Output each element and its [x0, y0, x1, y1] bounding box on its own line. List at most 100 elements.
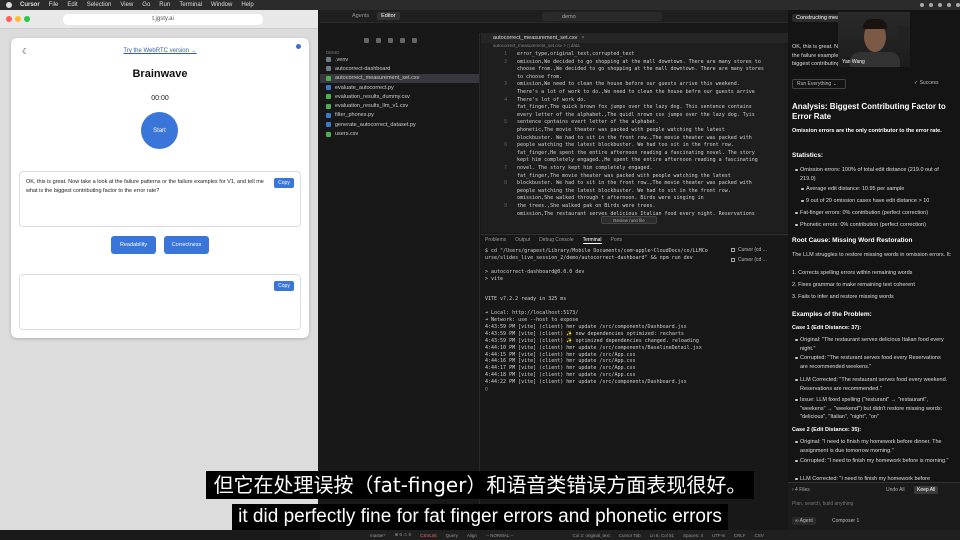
statistics-heading: Statistics:	[792, 152, 824, 159]
menu-selection[interactable]: Selection	[87, 2, 112, 8]
prompt-textarea[interactable]: OK, this is great. Now take a look at th…	[19, 171, 301, 227]
menu-edit[interactable]: Edit	[67, 2, 77, 8]
answer-textarea[interactable]	[19, 274, 301, 330]
menu-file[interactable]: File	[49, 2, 59, 8]
line-number: 6	[504, 142, 507, 149]
terminal-line: 4:44:17 PM [vite] (client) hmr update /s…	[485, 365, 636, 372]
csv-file-icon	[326, 94, 331, 100]
status-icon[interactable]	[956, 3, 960, 7]
csvlint-status[interactable]: CSVLint	[420, 533, 437, 538]
encoding[interactable]: UTF-8	[712, 533, 725, 538]
tab-debug-console[interactable]: Debug Console	[539, 237, 573, 243]
case-2-original: Original: "I need to finish my homework …	[795, 438, 950, 455]
search-icon[interactable]	[376, 37, 381, 43]
column-status: Col 2: original_text	[572, 532, 610, 538]
copy-answer-button[interactable]: Copy	[274, 281, 294, 291]
terminal-session[interactable]: Cursor (cd ...	[731, 257, 787, 263]
python-file-icon	[326, 112, 331, 118]
menu-run[interactable]: Run	[159, 2, 170, 8]
close-tab-icon[interactable]: ×	[581, 35, 584, 41]
line-ending[interactable]: CRLF	[734, 533, 746, 538]
menu-window[interactable]: Window	[211, 2, 232, 8]
menu-view[interactable]: View	[120, 2, 133, 8]
code-line: blockbuster. We had to sit in the front …	[517, 180, 752, 187]
extensions-icon[interactable]	[400, 37, 405, 43]
address-bar[interactable]: t.jgsty.ai	[63, 13, 263, 25]
cursor-position[interactable]: Ln 6, Col 51	[650, 533, 674, 538]
terminal-line: ➜ Network: use --host to expose	[485, 317, 579, 323]
menu-terminal[interactable]: Terminal	[179, 2, 202, 8]
terminal-session-label: Cursor (cd ...	[738, 257, 767, 263]
menu-go[interactable]: Go	[142, 2, 150, 8]
run-everything-dropdown[interactable]: Run Everything ⌄	[792, 79, 846, 89]
file-item[interactable]: filter_phones.py	[320, 111, 479, 120]
breadcrumb[interactable]: autocorrect_measurement_set.csv > ▯ data	[481, 43, 788, 51]
problems-count[interactable]: ⊗ 0 ⚠ 0	[395, 532, 412, 538]
file-name: autocorrect-dashboard	[335, 65, 391, 72]
source-control-icon[interactable]	[388, 37, 393, 43]
language-mode[interactable]: CSV	[755, 533, 764, 538]
file-item[interactable]: evaluate_autocorrect.py	[320, 83, 479, 92]
tab-problems[interactable]: Problems	[485, 237, 506, 243]
review-next-file-button[interactable]: Review next file	[601, 216, 657, 224]
start-button[interactable]: Start	[141, 112, 178, 149]
terminal-line: ▯	[485, 386, 489, 392]
file-item[interactable]: generate_autocorrect_dataset.py	[320, 120, 479, 129]
status-icon[interactable]	[938, 3, 942, 7]
code-line: omission,We need to clean the house befo…	[517, 81, 740, 88]
webrtc-link[interactable]: Try the WebRTC version →	[11, 48, 309, 54]
file-item[interactable]: autocorrect-dashboard	[320, 64, 479, 73]
editor-tab[interactable]: autocorrect_measurement_set.csv ×	[481, 33, 788, 43]
tab-editor[interactable]: Editor	[377, 12, 400, 20]
tab-agents[interactable]: Agents	[352, 13, 369, 19]
stat-omission-avg: Average edit distance: 10.95 per sample	[801, 185, 950, 194]
minimize-window-icon[interactable]	[15, 16, 21, 22]
menu-help[interactable]: Help	[241, 2, 253, 8]
examples-heading: Examples of the Problem:	[792, 311, 872, 318]
tab-ports[interactable]: Ports	[611, 237, 623, 243]
correctness-button[interactable]: Correctness	[164, 236, 209, 254]
close-window-icon[interactable]	[6, 16, 12, 22]
code-editor[interactable]: autocorrect_measurement_set.csv × autoco…	[481, 33, 788, 233]
case-1-llm: LLM Corrected: "The restaurant serves fo…	[795, 376, 950, 393]
more-icon[interactable]	[412, 37, 417, 43]
terminal-session-label: Cursor (cd ...	[738, 247, 767, 253]
file-name: autocorrect_measurement_set.csv	[335, 75, 420, 82]
terminal-session[interactable]: Cursor (cd ...	[731, 247, 787, 253]
stat-omission-count: 9 out of 20 omission cases have edit dis…	[801, 197, 950, 206]
terminal-line: 4:43:59 PM [vite] (client) ✨ new depende…	[485, 330, 684, 337]
file-item[interactable]: users.csv	[320, 129, 479, 138]
panel-tabs: Problems Output Debug Console Terminal P…	[481, 235, 788, 245]
file-name: users.csv	[335, 131, 359, 138]
code-line: choose from.,We decided to go shopping a…	[517, 66, 764, 73]
cursor-tab-status[interactable]: Cursor Tab	[619, 533, 641, 538]
status-icon[interactable]	[929, 3, 933, 7]
presenter-name: Yan Wang	[842, 59, 865, 65]
readability-button[interactable]: Readability	[111, 236, 156, 254]
browser-window: t.jgsty.ai ☾ Try the WebRTC version → Br…	[0, 10, 318, 530]
code-line: error_type,original_text,corrupted_text	[517, 51, 635, 57]
line-number: 2	[504, 58, 507, 65]
line-number: 4	[504, 96, 507, 103]
menu-app[interactable]: Cursor	[20, 2, 40, 8]
git-branch[interactable]: master*	[370, 533, 386, 538]
code-line: phonetic,The movie theater was packed wi…	[517, 127, 725, 133]
file-item[interactable]: evaluation_results_llm_v1.csv	[320, 101, 479, 110]
code-line: to choose from.	[517, 73, 563, 80]
tab-output[interactable]: Output	[515, 237, 530, 243]
tab-terminal[interactable]: Terminal	[582, 237, 602, 244]
command-search[interactable]: demo	[542, 12, 662, 21]
query-status[interactable]: Query	[446, 533, 458, 538]
indentation[interactable]: Spaces: 4	[683, 533, 703, 538]
editor-tab-label: autocorrect_measurement_set.csv	[493, 35, 578, 41]
files-icon[interactable]	[364, 37, 369, 43]
align-status[interactable]: Align	[467, 533, 477, 538]
file-item[interactable]: .venv	[320, 55, 479, 64]
status-icon[interactable]	[920, 3, 924, 7]
file-item[interactable]: evaluation_results_dummy.csv	[320, 92, 479, 101]
copy-prompt-button[interactable]: Copy	[274, 178, 294, 188]
status-icon[interactable]	[947, 3, 951, 7]
zoom-window-icon[interactable]	[24, 16, 30, 22]
apple-icon[interactable]	[6, 2, 12, 8]
file-item[interactable]: autocorrect_measurement_set.csv	[320, 73, 479, 83]
